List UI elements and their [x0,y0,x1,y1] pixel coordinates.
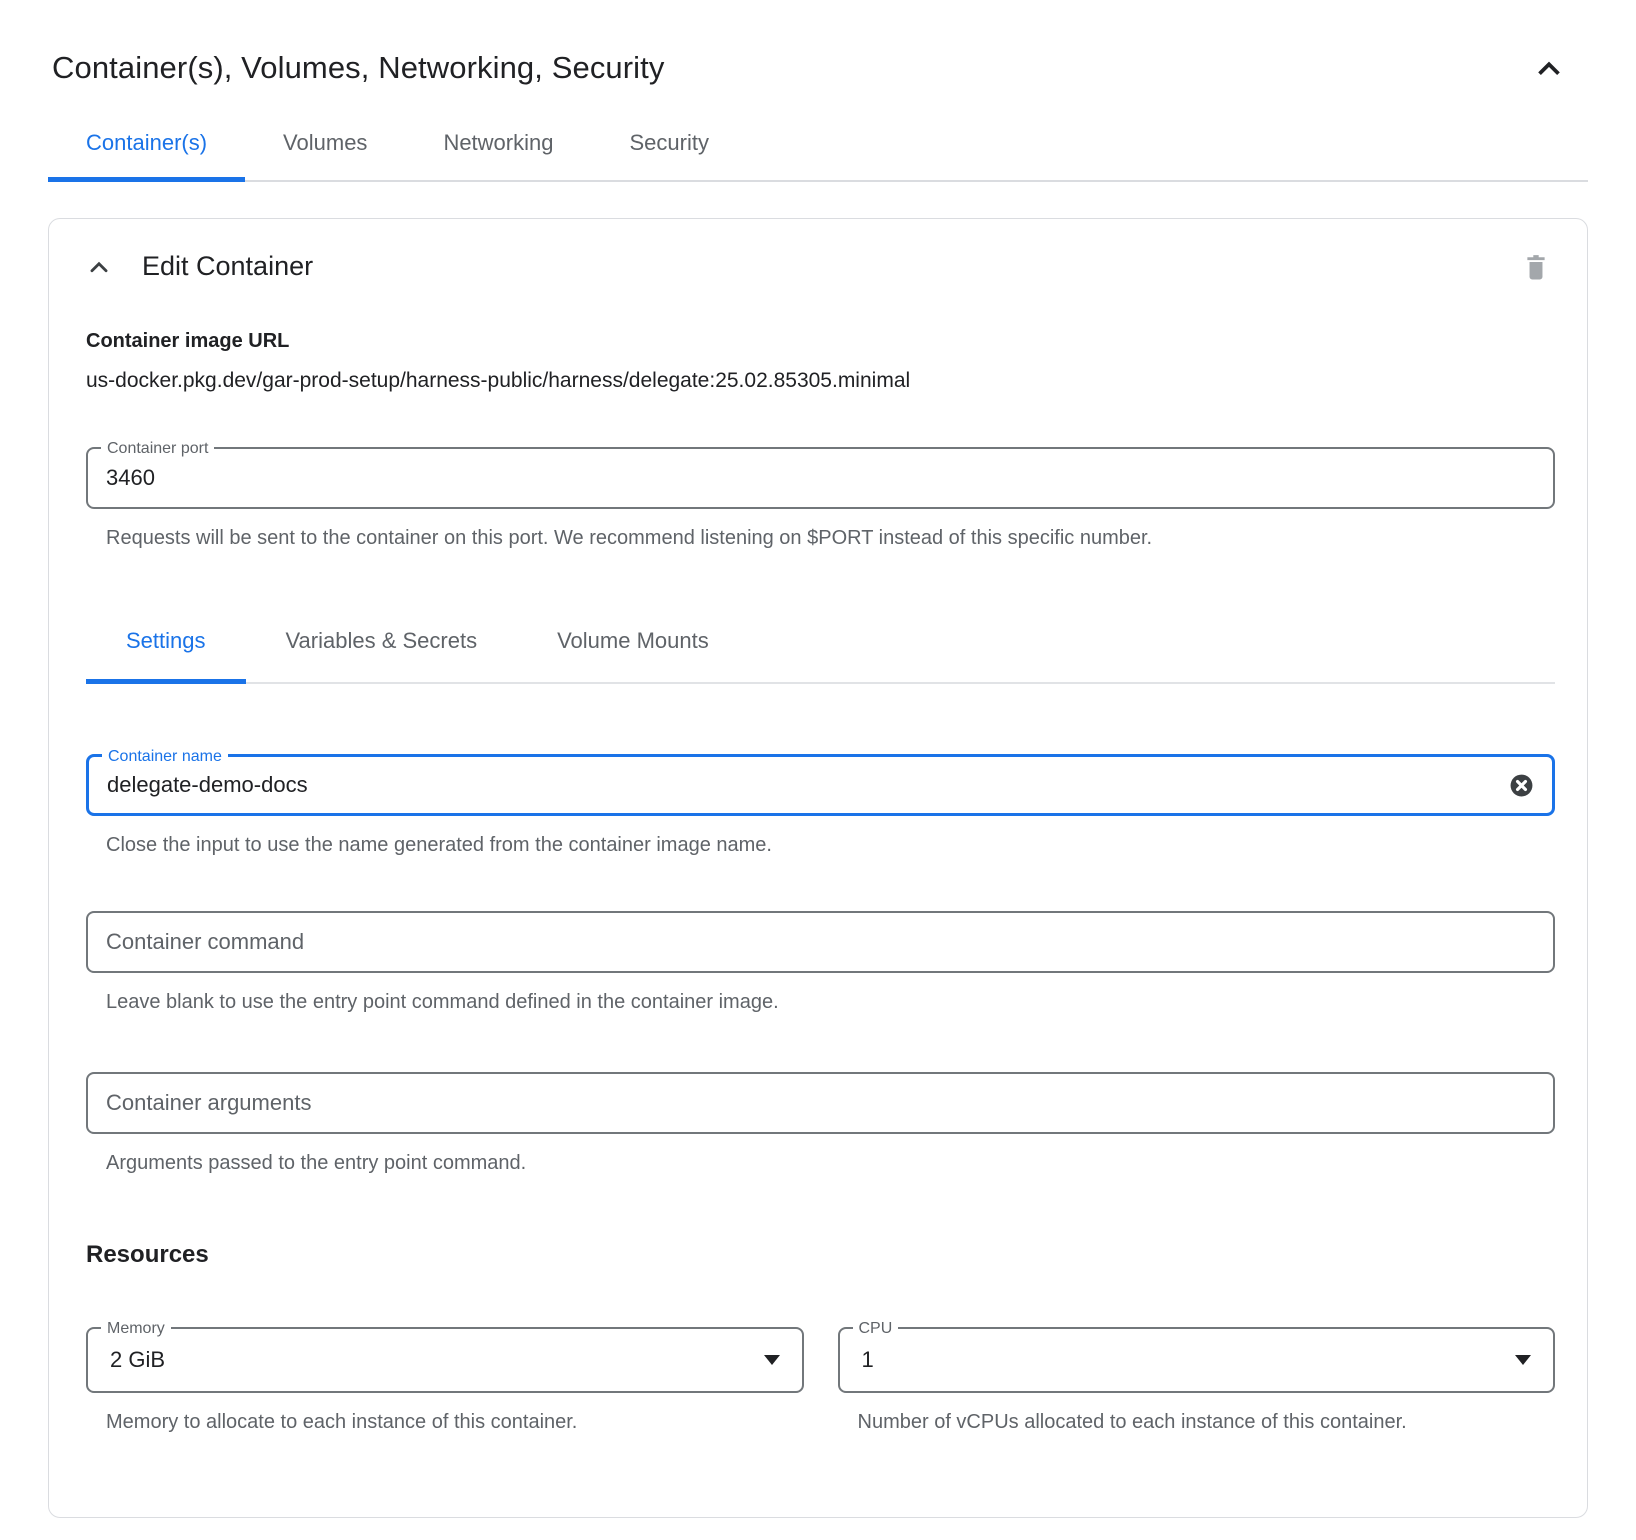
container-port-label: Container port [101,439,214,458]
cpu-select[interactable]: CPU 1 [838,1327,1556,1393]
chevron-up-icon [1534,53,1564,83]
collapse-container-button[interactable] [86,254,112,280]
circle-x-icon [1509,773,1534,798]
tab-volume-mounts[interactable]: Volume Mounts [517,628,749,682]
container-port-field: Container port Requests will be sent to … [86,447,1555,554]
container-command-field: Leave blank to use the entry point comma… [86,911,1555,1018]
container-arguments-input[interactable] [106,1090,1535,1116]
collapse-section-button[interactable] [1534,53,1564,83]
edit-container-card: Edit Container Container image URL us-do… [48,218,1588,1518]
tab-security[interactable]: Security [591,130,746,180]
tab-networking[interactable]: Networking [405,130,591,180]
container-name-label: Container name [102,747,228,766]
delete-container-button[interactable] [1523,253,1549,281]
memory-select[interactable]: Memory 2 GiB [86,1327,804,1393]
memory-helper: Memory to allocate to each instance of t… [106,1407,804,1438]
cpu-helper: Number of vCPUs allocated to each instan… [858,1407,1418,1438]
container-arguments-field: Arguments passed to the entry point comm… [86,1072,1555,1179]
memory-value: 2 GiB [110,1347,165,1373]
container-name-helper: Close the input to use the name generate… [106,830,1555,861]
chevron-up-icon [86,254,112,280]
container-name-input[interactable] [107,772,1497,798]
container-image-url-label: Container image URL [86,330,1555,353]
container-port-helper: Requests will be sent to the container o… [106,523,1555,554]
container-image-url-value: us-docker.pkg.dev/gar-prod-setup/harness… [86,369,1555,393]
container-command-helper: Leave blank to use the entry point comma… [106,987,1555,1018]
container-port-input[interactable] [106,465,1535,491]
resources-row: Memory 2 GiB Memory to allocate to each … [86,1327,1555,1438]
tab-variables-secrets[interactable]: Variables & Secrets [246,628,518,682]
page-title: Container(s), Volumes, Networking, Secur… [52,50,664,86]
top-tab-bar: Container(s) Volumes Networking Security [48,130,1588,182]
edit-container-title: Edit Container [142,251,313,282]
cpu-column: CPU 1 Number of vCPUs allocated to each … [838,1327,1556,1438]
container-settings-tab-bar: Settings Variables & Secrets Volume Moun… [86,628,1555,684]
caret-down-icon [764,1355,780,1365]
cpu-value: 1 [862,1347,874,1373]
container-name-field: Container name Close the input to use th… [86,754,1555,861]
cpu-label: CPU [853,1319,899,1338]
trash-icon [1523,253,1549,281]
container-arguments-helper: Arguments passed to the entry point comm… [106,1148,1555,1179]
cloud-run-container-config-panel: Container(s), Volumes, Networking, Secur… [0,50,1636,1518]
tab-volumes[interactable]: Volumes [245,130,405,180]
container-name-box: Container name [86,754,1555,816]
clear-container-name-button[interactable] [1509,773,1534,798]
memory-column: Memory 2 GiB Memory to allocate to each … [86,1327,804,1438]
container-arguments-box [86,1072,1555,1134]
container-port-box: Container port [86,447,1555,509]
caret-down-icon [1515,1355,1531,1365]
tab-containers[interactable]: Container(s) [48,130,245,180]
edit-container-header: Edit Container [86,251,1555,282]
section-header: Container(s), Volumes, Networking, Secur… [48,50,1588,86]
resources-title: Resources [86,1241,1555,1269]
container-command-input[interactable] [106,929,1535,955]
tab-settings[interactable]: Settings [86,628,246,682]
container-command-box [86,911,1555,973]
memory-label: Memory [101,1319,171,1338]
